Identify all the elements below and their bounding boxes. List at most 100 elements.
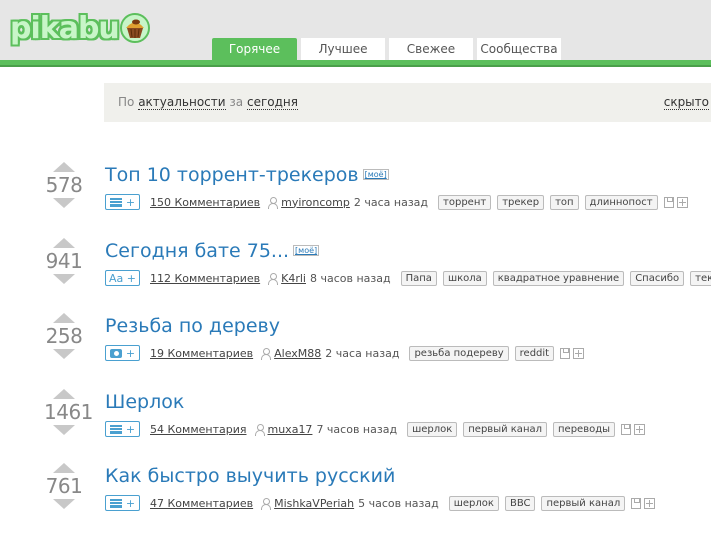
tag-list: шерлок первый канал переводы <box>407 421 621 437</box>
header-divider <box>0 60 711 67</box>
post-meta: + 54 Комментария muxa17 7 часов назад ше… <box>105 421 646 437</box>
post-title[interactable]: Как быстро выучить русский <box>105 465 395 487</box>
expand-plus-icon[interactable] <box>634 423 646 435</box>
upvote-arrow-icon[interactable] <box>53 162 75 172</box>
tag[interactable]: торрент <box>438 194 492 210</box>
post-type-button[interactable]: + <box>105 495 140 511</box>
hidden-posts-toggle[interactable]: скрыто <box>663 95 709 110</box>
tag[interactable]: reddit <box>514 345 555 361</box>
downvote-arrow-icon[interactable] <box>53 425 75 435</box>
tag[interactable]: первый канал <box>541 495 626 511</box>
tag[interactable]: школа <box>442 270 487 286</box>
author-link[interactable]: MishkaVPeriah <box>274 497 354 510</box>
sort-filter: По актуальности за сегодня <box>118 95 298 110</box>
tag[interactable]: трекер <box>497 194 545 210</box>
author-link[interactable]: myironcomp <box>281 196 350 209</box>
comments-link[interactable]: 112 Комментариев <box>150 272 260 285</box>
downvote-arrow-icon[interactable] <box>53 349 75 359</box>
tag[interactable]: переводы <box>553 421 616 437</box>
comments-link[interactable]: 19 Комментариев <box>150 347 253 360</box>
expand-plus-icon[interactable] <box>676 196 688 208</box>
tag-list: торрент трекер топ длиннопост <box>438 194 664 210</box>
tab-best[interactable]: Лучшее <box>301 38 385 60</box>
post-meta: + 150 Комментариев myironcomp 2 часа наз… <box>105 194 688 210</box>
mine-badge: [моё] <box>293 245 320 256</box>
post-type-button[interactable]: + <box>105 194 140 210</box>
filter-bar: По актуальности за сегодня скрыто <box>104 83 711 122</box>
post-meta: Aa + 112 Комментариев K4rli 8 часов наза… <box>105 270 711 286</box>
user-icon <box>261 347 272 360</box>
post-type-button[interactable]: + <box>105 421 140 437</box>
save-icon[interactable] <box>663 196 674 208</box>
tag[interactable]: резьба подереву <box>409 345 509 361</box>
add-plus-label: + <box>125 496 136 510</box>
vote-block: 258 <box>44 313 84 359</box>
filter-prefix: По <box>118 95 135 109</box>
tag[interactable]: топ <box>550 194 579 210</box>
save-icon[interactable] <box>631 497 642 509</box>
tab-hot[interactable]: Горячее <box>212 38 297 60</box>
vote-block: 578 <box>44 162 84 208</box>
comments-link[interactable]: 47 Комментариев <box>150 497 253 510</box>
header: pikabu Горячее Лучшее Свежее Сообщества <box>0 0 711 60</box>
tag[interactable]: первый канал <box>463 421 547 437</box>
save-icon[interactable] <box>621 423 632 435</box>
expand-plus-icon[interactable] <box>644 497 656 509</box>
tag[interactable]: квадратное уравнение <box>492 270 625 286</box>
post-title[interactable]: Сегодня бате 75... [моё] <box>105 240 320 262</box>
muffin-logo-icon <box>119 13 150 43</box>
tag[interactable]: текст <box>690 270 711 286</box>
downvote-arrow-icon[interactable] <box>53 274 75 284</box>
text-icon <box>109 424 122 434</box>
tag[interactable]: шерлок <box>407 421 458 437</box>
upvote-arrow-icon[interactable] <box>53 238 75 248</box>
text-icon <box>109 498 122 508</box>
logo[interactable]: pikabu <box>10 8 150 48</box>
upvote-arrow-icon[interactable] <box>53 389 75 399</box>
post-type-button[interactable]: Aa + <box>105 270 140 286</box>
post-time: 8 часов назад <box>309 271 391 285</box>
post-time: 2 часа назад <box>353 195 429 209</box>
post-type-button[interactable]: + <box>105 345 140 361</box>
downvote-arrow-icon[interactable] <box>53 499 75 509</box>
author-link[interactable]: K4rli <box>281 272 306 285</box>
upvote-arrow-icon[interactable] <box>53 463 75 473</box>
save-icon[interactable] <box>560 347 571 359</box>
text-icon <box>109 197 122 207</box>
author-link[interactable]: AlexM88 <box>274 347 321 360</box>
post-title[interactable]: Резьба по дереву <box>105 315 280 337</box>
user-icon <box>268 196 279 209</box>
tab-fresh[interactable]: Свежее <box>389 38 473 60</box>
expand-plus-icon[interactable] <box>573 347 585 359</box>
post-title[interactable]: Топ 10 торрент-трекеров [моё] <box>105 164 389 186</box>
post-rating: 761 <box>45 474 83 498</box>
tag[interactable]: BBC <box>504 495 536 511</box>
post-rating: 941 <box>45 249 83 273</box>
comments-link[interactable]: 150 Комментариев <box>150 196 260 209</box>
tab-communities[interactable]: Сообщества <box>477 38 561 60</box>
post-rating: 578 <box>45 173 83 197</box>
post-item: 761 Как быстро выучить русский + 47 Комм… <box>0 463 711 533</box>
vote-block: 1461 <box>44 389 93 435</box>
vote-block: 941 <box>44 238 84 284</box>
tag[interactable]: Спасибо <box>630 270 685 286</box>
user-icon <box>254 423 265 436</box>
post-item: 1461 Шерлок + 54 Комментария muxa17 7 ча… <box>0 389 711 459</box>
tag[interactable]: Папа <box>400 270 437 286</box>
upvote-arrow-icon[interactable] <box>53 313 75 323</box>
period-dropdown[interactable]: сегодня <box>246 95 298 110</box>
user-icon <box>268 272 279 285</box>
comments-link[interactable]: 54 Комментария <box>150 423 247 436</box>
sort-dropdown[interactable]: актуальности <box>138 95 226 110</box>
tag[interactable]: длиннопост <box>584 194 658 210</box>
post-rating: 258 <box>45 324 83 348</box>
main-tabs: Горячее Лучшее Свежее Сообщества <box>212 38 565 60</box>
author-link[interactable]: muxa17 <box>268 423 313 436</box>
post-meta: + 19 Комментариев AlexM88 2 часа назад р… <box>105 345 585 361</box>
post-rating: 1461 <box>44 400 93 424</box>
user-icon <box>261 497 272 510</box>
logo-text: pikabu <box>10 10 120 46</box>
tag[interactable]: шерлок <box>448 495 499 511</box>
downvote-arrow-icon[interactable] <box>53 198 75 208</box>
post-title[interactable]: Шерлок <box>105 391 184 413</box>
